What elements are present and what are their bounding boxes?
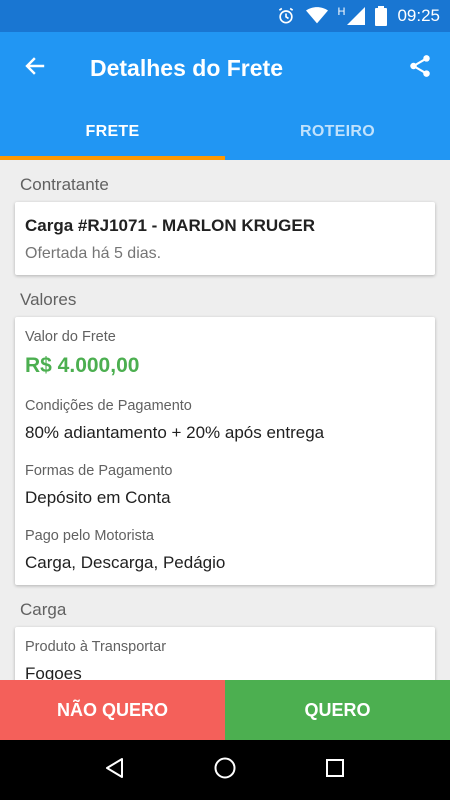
tab-bar: FRETE ROTEIRO [0,104,450,160]
field-condicoes-pagamento: Condições de Pagamento 80% adiantamento … [25,398,425,443]
nav-recents-button[interactable] [315,750,355,790]
field-value: Carga, Descarga, Pedágio [25,553,226,572]
signal-icon [347,7,366,25]
network-type-label: H [337,6,346,18]
action-bar: NÃO QUERO QUERO [0,680,450,740]
freight-price: R$ 4.000,00 [25,354,140,377]
offer-age: Ofertada há 5 dias. [25,245,162,262]
clock: 09:25 [397,6,440,25]
section-title-carga: Carga [20,600,67,619]
field-label: Pago pelo Motorista [25,528,154,544]
field-value: Fogoes [25,664,82,680]
wifi-icon [305,7,328,25]
nav-home-button[interactable] [205,750,245,790]
nav-back-button[interactable] [95,750,135,790]
field-value: 80% adiantamento + 20% após entrega [25,423,325,442]
field-valor-frete: Valor do Frete R$ 4.000,00 [25,329,425,378]
alarm-icon [276,6,296,26]
circle-home-icon [213,756,237,785]
page-title: Detalhes do Frete [90,54,283,81]
field-produto: Produto à Transportar Fogoes [25,639,425,680]
field-value: Depósito em Conta [25,488,171,507]
tab-frete[interactable]: FRETE [0,104,225,160]
valores-card: Valor do Frete R$ 4.000,00 Condições de … [15,317,435,585]
section-title-contratante: Contratante [20,175,109,194]
back-button[interactable] [0,32,70,104]
share-button[interactable] [390,32,450,104]
field-label: Produto à Transportar [25,639,167,655]
accept-button[interactable]: QUERO [225,680,450,740]
carga-card: Produto à Transportar Fogoes [15,627,435,680]
battery-icon [375,6,388,26]
tab-roteiro[interactable]: ROTEIRO [225,104,450,160]
field-label: Condições de Pagamento [25,398,192,414]
app-bar: Detalhes do Frete [0,32,450,104]
field-pago-motorista: Pago pelo Motorista Carga, Descarga, Ped… [25,528,425,573]
triangle-back-icon [104,757,126,784]
section-title-valores: Valores [20,290,77,309]
field-formas-pagamento: Formas de Pagamento Depósito em Conta [25,463,425,508]
arrow-left-icon [23,54,47,83]
field-label: Formas de Pagamento [25,463,173,479]
field-label: Valor do Frete [25,329,116,345]
square-recents-icon [325,758,345,783]
reject-button[interactable]: NÃO QUERO [0,680,225,740]
details-scroll-area[interactable]: Contratante Carga #RJ1071 - MARLON KRUGE… [0,160,450,680]
cargo-headline: Carga #RJ1071 - MARLON KRUGER [25,216,316,235]
system-nav-bar [0,740,450,800]
share-icon [407,53,433,84]
status-bar: H 09:25 [0,0,450,32]
contratante-card: Carga #RJ1071 - MARLON KRUGER Ofertada h… [15,202,435,275]
